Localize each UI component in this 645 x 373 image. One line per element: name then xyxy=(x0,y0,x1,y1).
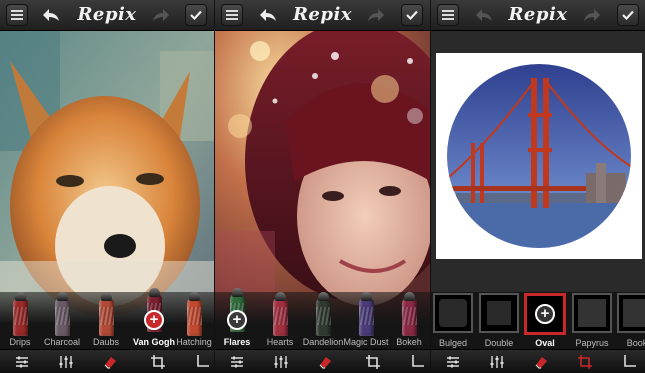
brush-tube xyxy=(187,292,202,336)
checkmark-icon xyxy=(406,10,418,20)
eraser-icon[interactable] xyxy=(533,354,549,370)
top-bar: Repix xyxy=(431,0,645,31)
frame-papyrus[interactable] xyxy=(572,293,612,333)
bottom-toolbar xyxy=(215,349,430,373)
frame-canvas xyxy=(436,53,642,259)
checkmark-icon xyxy=(622,10,634,20)
crop-icon[interactable] xyxy=(409,354,425,370)
brush-tube xyxy=(359,292,374,336)
app-title: Repix xyxy=(508,4,568,25)
plus-icon: + xyxy=(227,310,247,330)
photo-girl-flares[interactable] xyxy=(215,31,430,323)
app-title: Repix xyxy=(292,4,353,25)
frame-preview xyxy=(623,299,645,327)
tool-label: Bokeh xyxy=(396,337,422,347)
back-arrow-icon xyxy=(260,9,276,21)
crop-icon[interactable] xyxy=(150,354,166,370)
tool-hatching[interactable]: Hatching xyxy=(174,290,214,350)
undo-button[interactable] xyxy=(473,5,495,25)
forward-arrow-icon xyxy=(368,9,384,21)
brush-tube xyxy=(273,292,288,336)
brush-tube xyxy=(402,292,417,336)
eraser-icon[interactable] xyxy=(317,354,333,370)
panel-left: Repix Drips Charcoal Daubs + Van Gogh Ha… xyxy=(0,0,214,373)
photo-bridge-framed[interactable] xyxy=(431,31,645,323)
menu-button[interactable] xyxy=(437,4,459,26)
brush-tube xyxy=(13,292,28,336)
undo-button[interactable] xyxy=(40,5,62,25)
back-arrow-icon xyxy=(43,9,59,21)
app-title: Repix xyxy=(77,4,137,25)
bottom-toolbar xyxy=(0,349,214,373)
frame-label: Bulged xyxy=(438,338,468,348)
crop-icon[interactable] xyxy=(621,354,637,370)
frame-label: Papyrus xyxy=(575,338,609,348)
panel-right: Repix + Bulged Double Oval Papyrus Book xyxy=(431,0,645,373)
eraser-icon[interactable] xyxy=(102,354,118,370)
back-arrow-icon xyxy=(476,9,492,21)
undo-button[interactable] xyxy=(257,5,279,25)
bridge-image xyxy=(447,64,631,248)
crop-icon[interactable] xyxy=(577,354,593,370)
frame-label: Double xyxy=(484,338,514,348)
adjust-sliders-icon[interactable] xyxy=(229,354,245,370)
frame-preview xyxy=(485,299,513,327)
adjust-sliders-icon[interactable] xyxy=(445,354,461,370)
photo-fox-painting[interactable] xyxy=(0,31,214,323)
forward-arrow-icon xyxy=(584,9,600,21)
menu-icon xyxy=(226,10,238,20)
crop-icon[interactable] xyxy=(194,354,210,370)
menu-icon xyxy=(11,10,23,20)
bottom-toolbar xyxy=(431,349,645,373)
adjust-sliders-icon[interactable] xyxy=(489,354,505,370)
menu-button[interactable] xyxy=(221,4,243,26)
tool-bokeh[interactable]: Bokeh xyxy=(389,290,429,350)
brush-tube xyxy=(99,292,114,336)
done-button[interactable] xyxy=(617,4,639,26)
frame-book[interactable] xyxy=(617,293,645,333)
top-bar: Repix xyxy=(215,0,430,31)
adjust-sliders-icon[interactable] xyxy=(14,354,30,370)
frame-oval[interactable]: + xyxy=(524,293,566,335)
menu-button[interactable] xyxy=(6,4,28,26)
frame-bulged[interactable] xyxy=(433,293,473,333)
frame-preview xyxy=(578,299,606,327)
menu-icon xyxy=(442,10,454,20)
done-button[interactable] xyxy=(185,4,207,26)
tool-daubs[interactable]: Daubs xyxy=(86,290,126,350)
adjust-sliders-icon[interactable] xyxy=(58,354,74,370)
fox-image xyxy=(0,31,214,323)
plus-icon: + xyxy=(144,310,164,330)
top-bar: Repix xyxy=(0,0,214,31)
frame-double[interactable] xyxy=(479,293,519,333)
panel-middle: Repix + Flares Hearts Dandelion Magic Du… xyxy=(215,0,430,373)
brush-tube xyxy=(55,292,70,336)
frame-label: Book xyxy=(626,338,645,348)
checkmark-icon xyxy=(190,10,202,20)
adjust-sliders-icon[interactable] xyxy=(273,354,289,370)
redo-button[interactable] xyxy=(365,5,387,25)
brush-tube xyxy=(316,292,331,336)
crop-icon[interactable] xyxy=(365,354,381,370)
frame-label: Oval xyxy=(535,338,555,348)
tool-label: Hatching xyxy=(176,337,212,347)
done-button[interactable] xyxy=(401,4,423,26)
forward-arrow-icon xyxy=(153,9,169,21)
frame-preview xyxy=(439,299,467,327)
redo-button[interactable] xyxy=(581,5,603,25)
plus-icon: + xyxy=(535,304,555,324)
redo-button[interactable] xyxy=(150,5,172,25)
portrait-image xyxy=(215,31,430,323)
